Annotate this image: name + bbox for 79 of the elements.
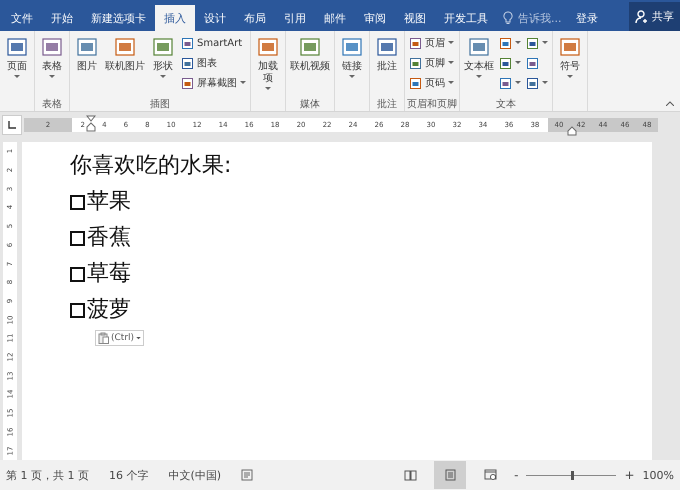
ribbon-tab[interactable]: 邮件 (315, 5, 355, 31)
person-add-icon (635, 10, 649, 24)
option-label: 菠萝 (87, 296, 131, 324)
ribbon-button[interactable]: 符号 (555, 34, 585, 97)
group-label: 页眉和页脚 (407, 98, 457, 111)
paste-options-button[interactable]: (Ctrl) (95, 330, 144, 346)
ribbon-icon (526, 56, 539, 70)
tell-me-field[interactable]: 告诉我... (516, 10, 570, 26)
checkbox[interactable] (70, 302, 85, 318)
ribbon-button[interactable]: 屏幕截图 (179, 74, 248, 92)
sign-in-button[interactable]: 登录 (570, 5, 604, 31)
ribbon-icon (409, 56, 422, 70)
ribbon-icon (499, 36, 512, 50)
zoom-level: 100% (642, 468, 674, 482)
ribbon-tab[interactable]: 引用 (275, 5, 315, 31)
ribbon-button[interactable]: 页面 (2, 34, 32, 97)
ribbon-button[interactable]: 联机图片 (103, 34, 147, 97)
checkbox[interactable] (70, 230, 85, 246)
ribbon-button[interactable]: 批注 (372, 34, 402, 97)
page-count: 第 1 页，共 1 页 (6, 468, 89, 482)
heading-text: 你喜欢吃的水果: (70, 152, 232, 180)
ribbon-tab[interactable]: 视图 (395, 5, 435, 31)
clipboard-icon (98, 332, 109, 344)
checkbox[interactable] (70, 266, 85, 282)
zoom-in-button[interactable]: + (624, 468, 635, 482)
ribbon-button[interactable]: 链接 (337, 34, 367, 97)
tab-selector[interactable] (2, 115, 22, 135)
ribbon-button[interactable]: 表格 (37, 34, 67, 97)
ribbon-icon (181, 56, 194, 70)
ribbon-button[interactable]: 联机视频 (288, 34, 332, 97)
ribbon-icon (499, 76, 512, 90)
ribbon-button[interactable]: 页码 (407, 74, 456, 92)
view-button[interactable] (434, 461, 466, 489)
group-label: 媒体 (299, 98, 321, 111)
ribbon-icon (409, 76, 422, 90)
group-label: 批注 (376, 98, 398, 111)
option-label: 香蕉 (87, 224, 131, 252)
ribbon-icon (181, 36, 194, 50)
word-count: 16 个字 (108, 468, 148, 482)
ribbon-button[interactable]: 图片 (72, 34, 102, 97)
ribbon-tab[interactable]: 审阅 (355, 5, 395, 31)
language-status: 中文(中国) (168, 468, 222, 482)
document-view-icon (484, 469, 497, 481)
ribbon-icon (181, 76, 194, 90)
ribbon-icon (499, 56, 512, 70)
document-view-icon (444, 469, 457, 481)
collapse-ribbon-icon[interactable] (666, 101, 674, 106)
ribbon-button[interactable]: 文本框 (462, 34, 496, 97)
ribbon-tab[interactable]: 设计 (195, 5, 235, 31)
ribbon-icon (526, 36, 539, 50)
zoom-slider-thumb[interactable] (571, 470, 574, 480)
ribbon-tab[interactable]: 插入 (155, 5, 195, 31)
ribbon-button[interactable]: 加载项 (253, 34, 283, 97)
ribbon-tab[interactable]: 文件 (2, 5, 42, 31)
caret-icon (136, 336, 142, 340)
indent-marker[interactable] (567, 126, 577, 136)
ribbon-tab[interactable]: 开始 (42, 5, 82, 31)
ribbon-button[interactable]: 页眉 (407, 34, 456, 52)
ribbon-button[interactable]: SmartArt (179, 34, 248, 52)
left-tab-icon (8, 121, 16, 129)
option-label: 苹果 (87, 188, 131, 216)
group-label: 表格 (41, 98, 63, 111)
zoom-out-button[interactable]: - (514, 468, 518, 482)
ribbon-button[interactable]: 形状 (148, 34, 178, 97)
checkbox[interactable] (70, 194, 85, 210)
share-button[interactable]: 共享 (629, 2, 680, 31)
group-label: 文本 (495, 98, 517, 111)
option-label: 草莓 (87, 260, 131, 288)
document-view-icon (404, 469, 417, 481)
lightbulb-icon (503, 11, 513, 25)
group-label: 插图 (149, 98, 171, 111)
ribbon-icon (526, 76, 539, 90)
ribbon-icon (409, 36, 422, 50)
ribbon-tab[interactable]: 布局 (235, 5, 275, 31)
ribbon-button[interactable]: 图表 (179, 54, 248, 72)
ribbon-tab[interactable]: 新建选项卡 (82, 5, 155, 31)
macro-icon[interactable] (241, 469, 254, 481)
ribbon-button[interactable]: 页脚 (407, 54, 456, 72)
ribbon-tab[interactable]: 开发工具 (435, 5, 497, 31)
